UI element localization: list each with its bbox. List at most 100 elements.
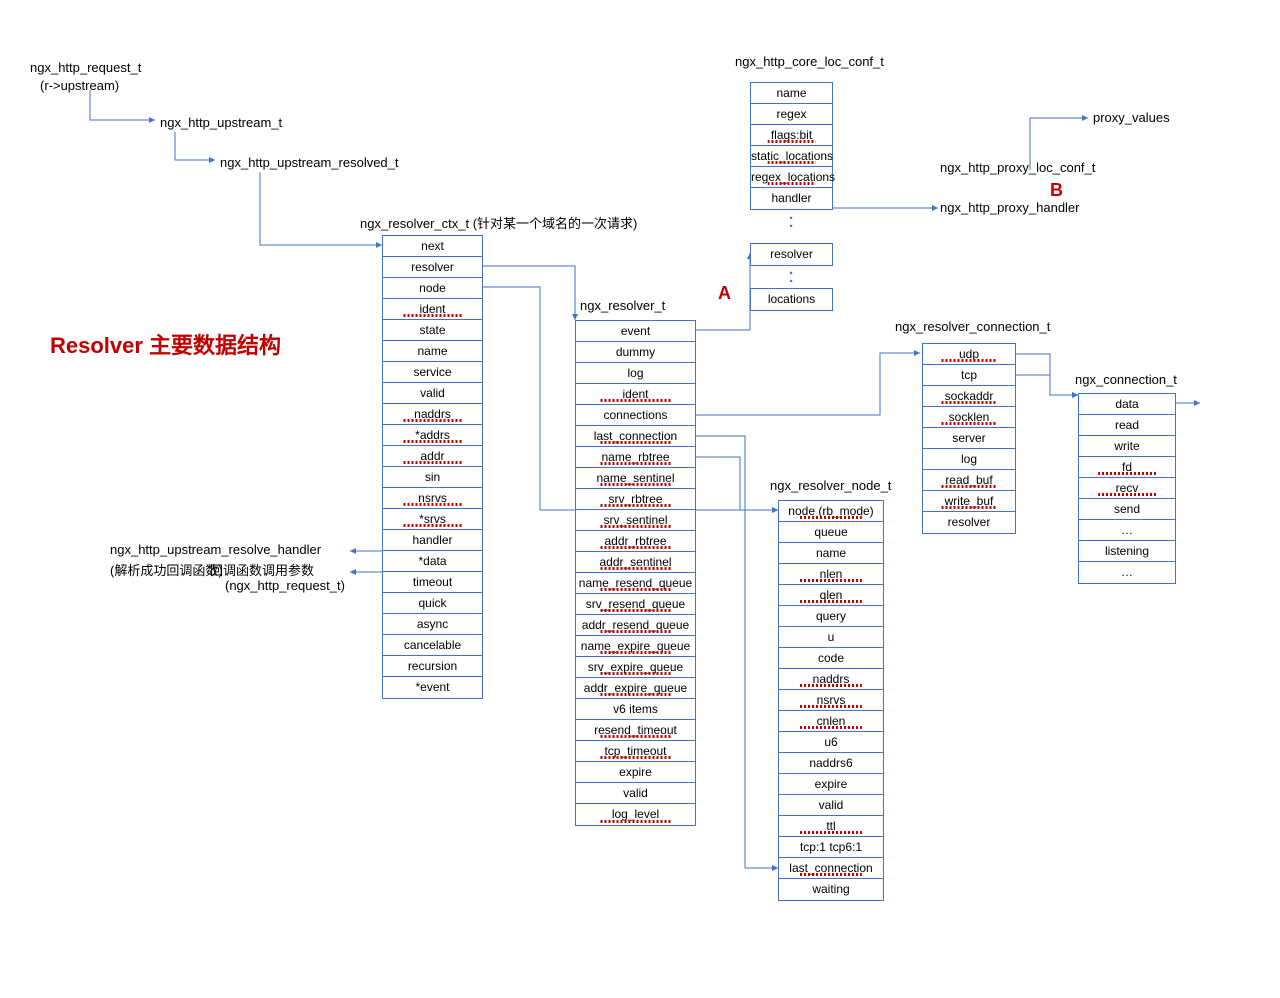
resolver-conn-field: sockaddr: [923, 386, 1015, 407]
proxy-loc-conf-label: ngx_http_proxy_loc_conf_t: [940, 160, 1095, 175]
ctx-field: name: [383, 341, 482, 362]
label-upstream: ngx_http_upstream_t: [160, 115, 282, 130]
core-loc-field: handler: [751, 188, 832, 209]
resolver-field: ident: [576, 384, 695, 405]
conn-field: write: [1079, 436, 1175, 457]
core-loc-field: regex: [751, 104, 832, 125]
resolver-field: log_level: [576, 804, 695, 825]
resolver-field: srv_sentinel: [576, 510, 695, 531]
resolver-field: name_expire_queue: [576, 636, 695, 657]
node-field: u6: [779, 732, 883, 753]
handler-note4: (ngx_http_request_t): [225, 578, 345, 593]
node-field: naddrs: [779, 669, 883, 690]
resolver-field: event: [576, 321, 695, 342]
ctx-field: recursion: [383, 656, 482, 677]
ctx-field: addr: [383, 446, 482, 467]
conn-field: listening: [1079, 541, 1175, 562]
core-loc-field: static_locations: [751, 146, 832, 167]
node-field: last_connection: [779, 858, 883, 879]
core-loc-resolver: resolver: [751, 244, 832, 265]
resolver-field: log: [576, 363, 695, 384]
label-upstream-resolved: ngx_http_upstream_resolved_t: [220, 155, 399, 170]
ctx-field: state: [383, 320, 482, 341]
ctx-field: *addrs: [383, 425, 482, 446]
node-field: name: [779, 543, 883, 564]
node-field: expire: [779, 774, 883, 795]
resolver-field: srv_rbtree: [576, 489, 695, 510]
proxy-handler-label: ngx_http_proxy_handler: [940, 200, 1080, 215]
node-field: queue: [779, 522, 883, 543]
struct-node: node (rb_mode) queue name nlen qlen quer…: [778, 500, 884, 901]
resolver-conn-field: server: [923, 428, 1015, 449]
resolver-field: tcp_timeout: [576, 741, 695, 762]
resolver-conn-field: resolver: [923, 512, 1015, 533]
resolver-field: name_sentinel: [576, 468, 695, 489]
resolver-field: valid: [576, 783, 695, 804]
ctx-field: ident: [383, 299, 482, 320]
node-field: waiting: [779, 879, 883, 900]
ctx-field: *data: [383, 551, 482, 572]
resolver-conn-field: socklen: [923, 407, 1015, 428]
node-field: node (rb_mode): [779, 501, 883, 522]
node-field: naddrs6: [779, 753, 883, 774]
ctx-field: nsrvs: [383, 488, 482, 509]
handler-note3: 回调函数调用参数: [210, 560, 314, 579]
resolver-field: srv_expire_queue: [576, 657, 695, 678]
ctx-field: valid: [383, 383, 482, 404]
ctx-field: quick: [383, 593, 482, 614]
ctx-field: cancelable: [383, 635, 482, 656]
conn-field: data: [1079, 394, 1175, 415]
resolver-conn-field: log: [923, 449, 1015, 470]
ctx-field: resolver: [383, 257, 482, 278]
resolver-field: addr_expire_queue: [576, 678, 695, 699]
handler-note1: ngx_http_upstream_resolve_handler: [110, 542, 321, 557]
ctx-title: ngx_resolver_ctx_t (针对某一个域名的一次请求): [360, 213, 637, 232]
struct-resolver: event dummy log ident connections last_c…: [575, 320, 696, 826]
core-loc-field: flags:bit: [751, 125, 832, 146]
resolver-conn-field: tcp: [923, 365, 1015, 386]
resolver-conn-field: udp: [923, 344, 1015, 365]
node-field: cnlen: [779, 711, 883, 732]
struct-conn: data read write fd recv send … listening…: [1078, 393, 1176, 584]
node-field: nlen: [779, 564, 883, 585]
node-field: nsrvs: [779, 690, 883, 711]
resolver-field: last_connection: [576, 426, 695, 447]
ctx-field: next: [383, 236, 482, 257]
resolver-field: addr_rbtree: [576, 531, 695, 552]
dots-icon: ··: [789, 215, 794, 231]
resolver-field: expire: [576, 762, 695, 783]
label-req: ngx_http_request_t: [30, 60, 141, 75]
resolver-field: name_rbtree: [576, 447, 695, 468]
resolver-conn-field: write_buf: [923, 491, 1015, 512]
resolver-field: addr_sentinel: [576, 552, 695, 573]
struct-ctx: next resolver node ident state name serv…: [382, 235, 483, 699]
struct-core-loc-resolver: resolver: [750, 243, 833, 266]
handler-note2: (解析成功回调函数): [110, 560, 223, 579]
resolver-field: dummy: [576, 342, 695, 363]
node-field: code: [779, 648, 883, 669]
resolver-field: name_resend_queue: [576, 573, 695, 594]
ctx-field: service: [383, 362, 482, 383]
struct-core-loc-1: name regex flags:bit static_locations re…: [750, 82, 833, 210]
ctx-field: *event: [383, 677, 482, 698]
resolver-field: addr_resend_queue: [576, 615, 695, 636]
title-red: Resolver 主要数据结构: [50, 328, 281, 360]
node-field: tcp:1 tcp6:1: [779, 837, 883, 858]
conn-field: …: [1079, 562, 1175, 583]
ctx-field: *srvs: [383, 509, 482, 530]
proxy-values-label: proxy_values: [1093, 110, 1170, 125]
node-field: query: [779, 606, 883, 627]
conn-field: fd: [1079, 457, 1175, 478]
conn-field: recv: [1079, 478, 1175, 499]
dots-icon: ··: [789, 270, 794, 286]
struct-core-loc-locations: locations: [750, 288, 833, 311]
ctx-field: node: [383, 278, 482, 299]
ctx-field: timeout: [383, 572, 482, 593]
ctx-field: naddrs: [383, 404, 482, 425]
core-loc-field: regex_locations: [751, 167, 832, 188]
resolver-field: connections: [576, 405, 695, 426]
label-req-sub: (r->upstream): [40, 78, 119, 93]
core-loc-locations: locations: [751, 289, 832, 310]
resolver-field: srv_resend_queue: [576, 594, 695, 615]
node-field: valid: [779, 795, 883, 816]
